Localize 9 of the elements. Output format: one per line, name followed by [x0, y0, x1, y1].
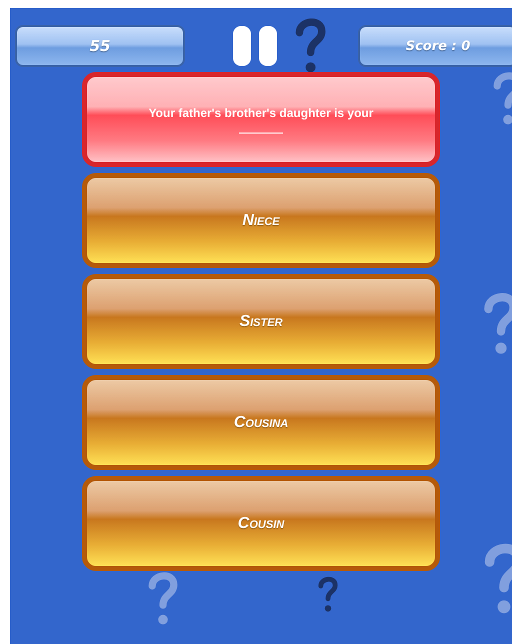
answer-blank: ________: [239, 122, 283, 134]
answer-button[interactable]: Cousina: [82, 375, 440, 470]
question-mark-icon: [316, 574, 340, 614]
answer-button[interactable]: Niece: [82, 173, 440, 268]
score-display: Score : 0: [358, 25, 512, 67]
answer-button[interactable]: Sister: [82, 274, 440, 369]
answer-button[interactable]: Cousin: [82, 476, 440, 571]
question-text: Your father's brother's daughter is your: [148, 106, 374, 120]
timer-display: 55: [15, 25, 185, 67]
